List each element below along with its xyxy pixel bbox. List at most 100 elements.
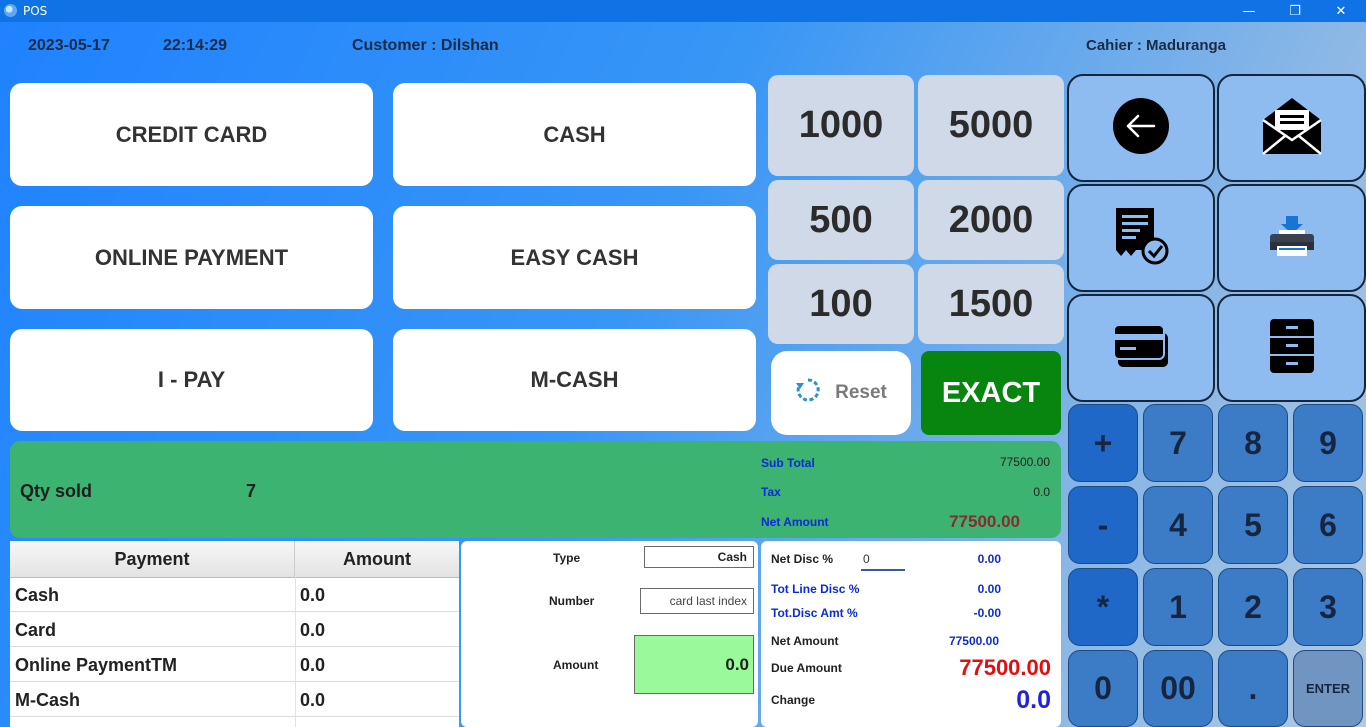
filing-cabinet-icon: [1269, 318, 1315, 378]
denomination-1000-button[interactable]: 1000: [768, 75, 914, 176]
qty-sold-value: 7: [246, 481, 257, 501]
customer-label: Customer : Dilshan: [352, 37, 499, 54]
key-multiply[interactable]: *: [1068, 568, 1138, 646]
table-header: Payment Amount: [10, 541, 459, 578]
sub-total-label: Sub Total: [761, 456, 815, 470]
key-8[interactable]: 8: [1218, 404, 1288, 482]
net-disc-input[interactable]: 0: [861, 549, 905, 571]
sub-total-value: 77500.00: [999, 455, 1050, 469]
exact-button[interactable]: EXACT: [921, 351, 1061, 435]
credit-card-icon: [1112, 323, 1170, 373]
key-0[interactable]: 0: [1068, 650, 1138, 727]
row-amount: 0.0: [300, 584, 326, 605]
due-amount-label: Due Amount: [771, 661, 842, 675]
type-label: Type: [553, 551, 581, 565]
receipt-button[interactable]: [1067, 184, 1215, 292]
type-field[interactable]: Cash: [644, 546, 754, 568]
denomination-100-button[interactable]: 100: [768, 264, 914, 344]
mail-icon: [1261, 96, 1323, 160]
qty-sold-label: Qty sold: [20, 481, 93, 501]
tot-disc-amt-label: Tot.Disc Amt %: [771, 606, 858, 620]
net-amount-value: 77500.00: [949, 512, 1020, 531]
table-row[interactable]: Online PaymentTM 0.0: [10, 648, 459, 682]
table-row[interactable]: Cash 0.0: [10, 578, 459, 612]
payment-entry-panel: Type Cash Number card last index Amount …: [461, 541, 758, 727]
pos-window: POS — ❐ ✕ 2023-05-17 22:14:29 Customer :…: [0, 0, 1366, 727]
summary-bar: Qty sold 7 Sub Total 77500.00 Tax 0.0 Ne…: [10, 441, 1061, 538]
cashier-label: Cahier : Maduranga: [1086, 37, 1227, 54]
row-amount: 0.0: [300, 689, 326, 710]
key-7[interactable]: 7: [1143, 404, 1213, 482]
key-plus[interactable]: +: [1068, 404, 1138, 482]
number-label: Number: [549, 594, 595, 608]
tot-line-disc-value: 0.00: [977, 582, 1001, 596]
key-6[interactable]: 6: [1293, 486, 1363, 564]
key-9[interactable]: 9: [1293, 404, 1363, 482]
column-divider: [295, 577, 296, 727]
time-label: 22:14:29: [163, 37, 228, 54]
header-amount: Amount: [343, 548, 411, 569]
easy-cash-button[interactable]: EASY CASH: [393, 206, 756, 309]
printer-icon: [1269, 214, 1315, 262]
totals-panel: Net Disc % 0 0.00 Tot Line Disc % 0.00 T…: [761, 541, 1061, 727]
tax-value: 0.0: [1033, 485, 1050, 499]
key-4[interactable]: 4: [1143, 486, 1213, 564]
key-3[interactable]: 3: [1293, 568, 1363, 646]
title-bar: POS — ❐ ✕: [0, 0, 1366, 22]
tot-line-disc-label: Tot Line Disc %: [771, 582, 860, 596]
tax-label: Tax: [761, 485, 781, 499]
row-payment: M-Cash: [15, 689, 81, 710]
change-value: 0.0: [1016, 686, 1051, 714]
reset-button[interactable]: Reset: [771, 351, 911, 435]
tot-disc-amt-value: -0.00: [973, 606, 1001, 620]
email-button[interactable]: [1217, 74, 1366, 182]
net-disc-label: Net Disc %: [771, 552, 834, 566]
i-pay-button[interactable]: I - PAY: [10, 329, 373, 431]
key-enter[interactable]: ENTER: [1293, 650, 1363, 727]
key-5[interactable]: 5: [1218, 486, 1288, 564]
change-label: Change: [771, 693, 816, 707]
key-minus[interactable]: -: [1068, 486, 1138, 564]
net-amount-total-label: Net Amount: [771, 634, 839, 648]
minimize-button[interactable]: —: [1226, 0, 1272, 22]
payments-table: Payment Amount Cash 0.0 Card 0.0 Online …: [10, 541, 459, 727]
card-number-input[interactable]: card last index: [640, 588, 754, 614]
row-payment: Online PaymentTM: [15, 654, 178, 675]
denomination-500-button[interactable]: 500: [768, 180, 914, 260]
denomination-2000-button[interactable]: 2000: [918, 180, 1064, 260]
net-amount-label: Net Amount: [761, 515, 829, 529]
table-row[interactable]: M-Cash 0.0: [10, 683, 459, 717]
denomination-1500-button[interactable]: 1500: [918, 264, 1064, 344]
key-00[interactable]: 00: [1143, 650, 1213, 727]
drawer-button[interactable]: [1217, 294, 1366, 402]
window-title: POS: [23, 4, 48, 18]
back-arrow-icon: [1112, 97, 1170, 159]
row-payment: Card: [15, 619, 57, 640]
net-amount-total-value: 77500.00: [948, 634, 999, 648]
row-amount: 0.0: [300, 619, 326, 640]
row-amount: 0.0: [300, 654, 326, 675]
header-payment: Payment: [10, 541, 295, 577]
m-cash-button[interactable]: M-CASH: [393, 329, 756, 431]
restore-button[interactable]: ❐: [1272, 0, 1318, 22]
cash-button[interactable]: CASH: [393, 83, 756, 186]
row-payment: Cash: [15, 584, 60, 605]
table-row[interactable]: Card 0.0: [10, 613, 459, 647]
net-disc-value: 0.00: [977, 552, 1001, 566]
key-2[interactable]: 2: [1218, 568, 1288, 646]
amount-input[interactable]: 0.0: [634, 635, 754, 694]
key-dot[interactable]: .: [1218, 650, 1288, 727]
receipt-check-icon: [1112, 206, 1170, 270]
due-amount-value: 77500.00: [959, 655, 1051, 680]
online-payment-button[interactable]: ONLINE PAYMENT: [10, 206, 373, 309]
print-button[interactable]: [1217, 184, 1366, 292]
reset-label: Reset: [835, 382, 887, 403]
app-icon: [4, 4, 17, 17]
close-button[interactable]: ✕: [1318, 0, 1364, 22]
back-button[interactable]: [1067, 74, 1215, 182]
denomination-5000-button[interactable]: 5000: [918, 75, 1064, 176]
credit-card-button[interactable]: CREDIT CARD: [10, 83, 373, 186]
card-button[interactable]: [1067, 294, 1215, 402]
key-1[interactable]: 1: [1143, 568, 1213, 646]
date-label: 2023-05-17: [28, 37, 110, 54]
